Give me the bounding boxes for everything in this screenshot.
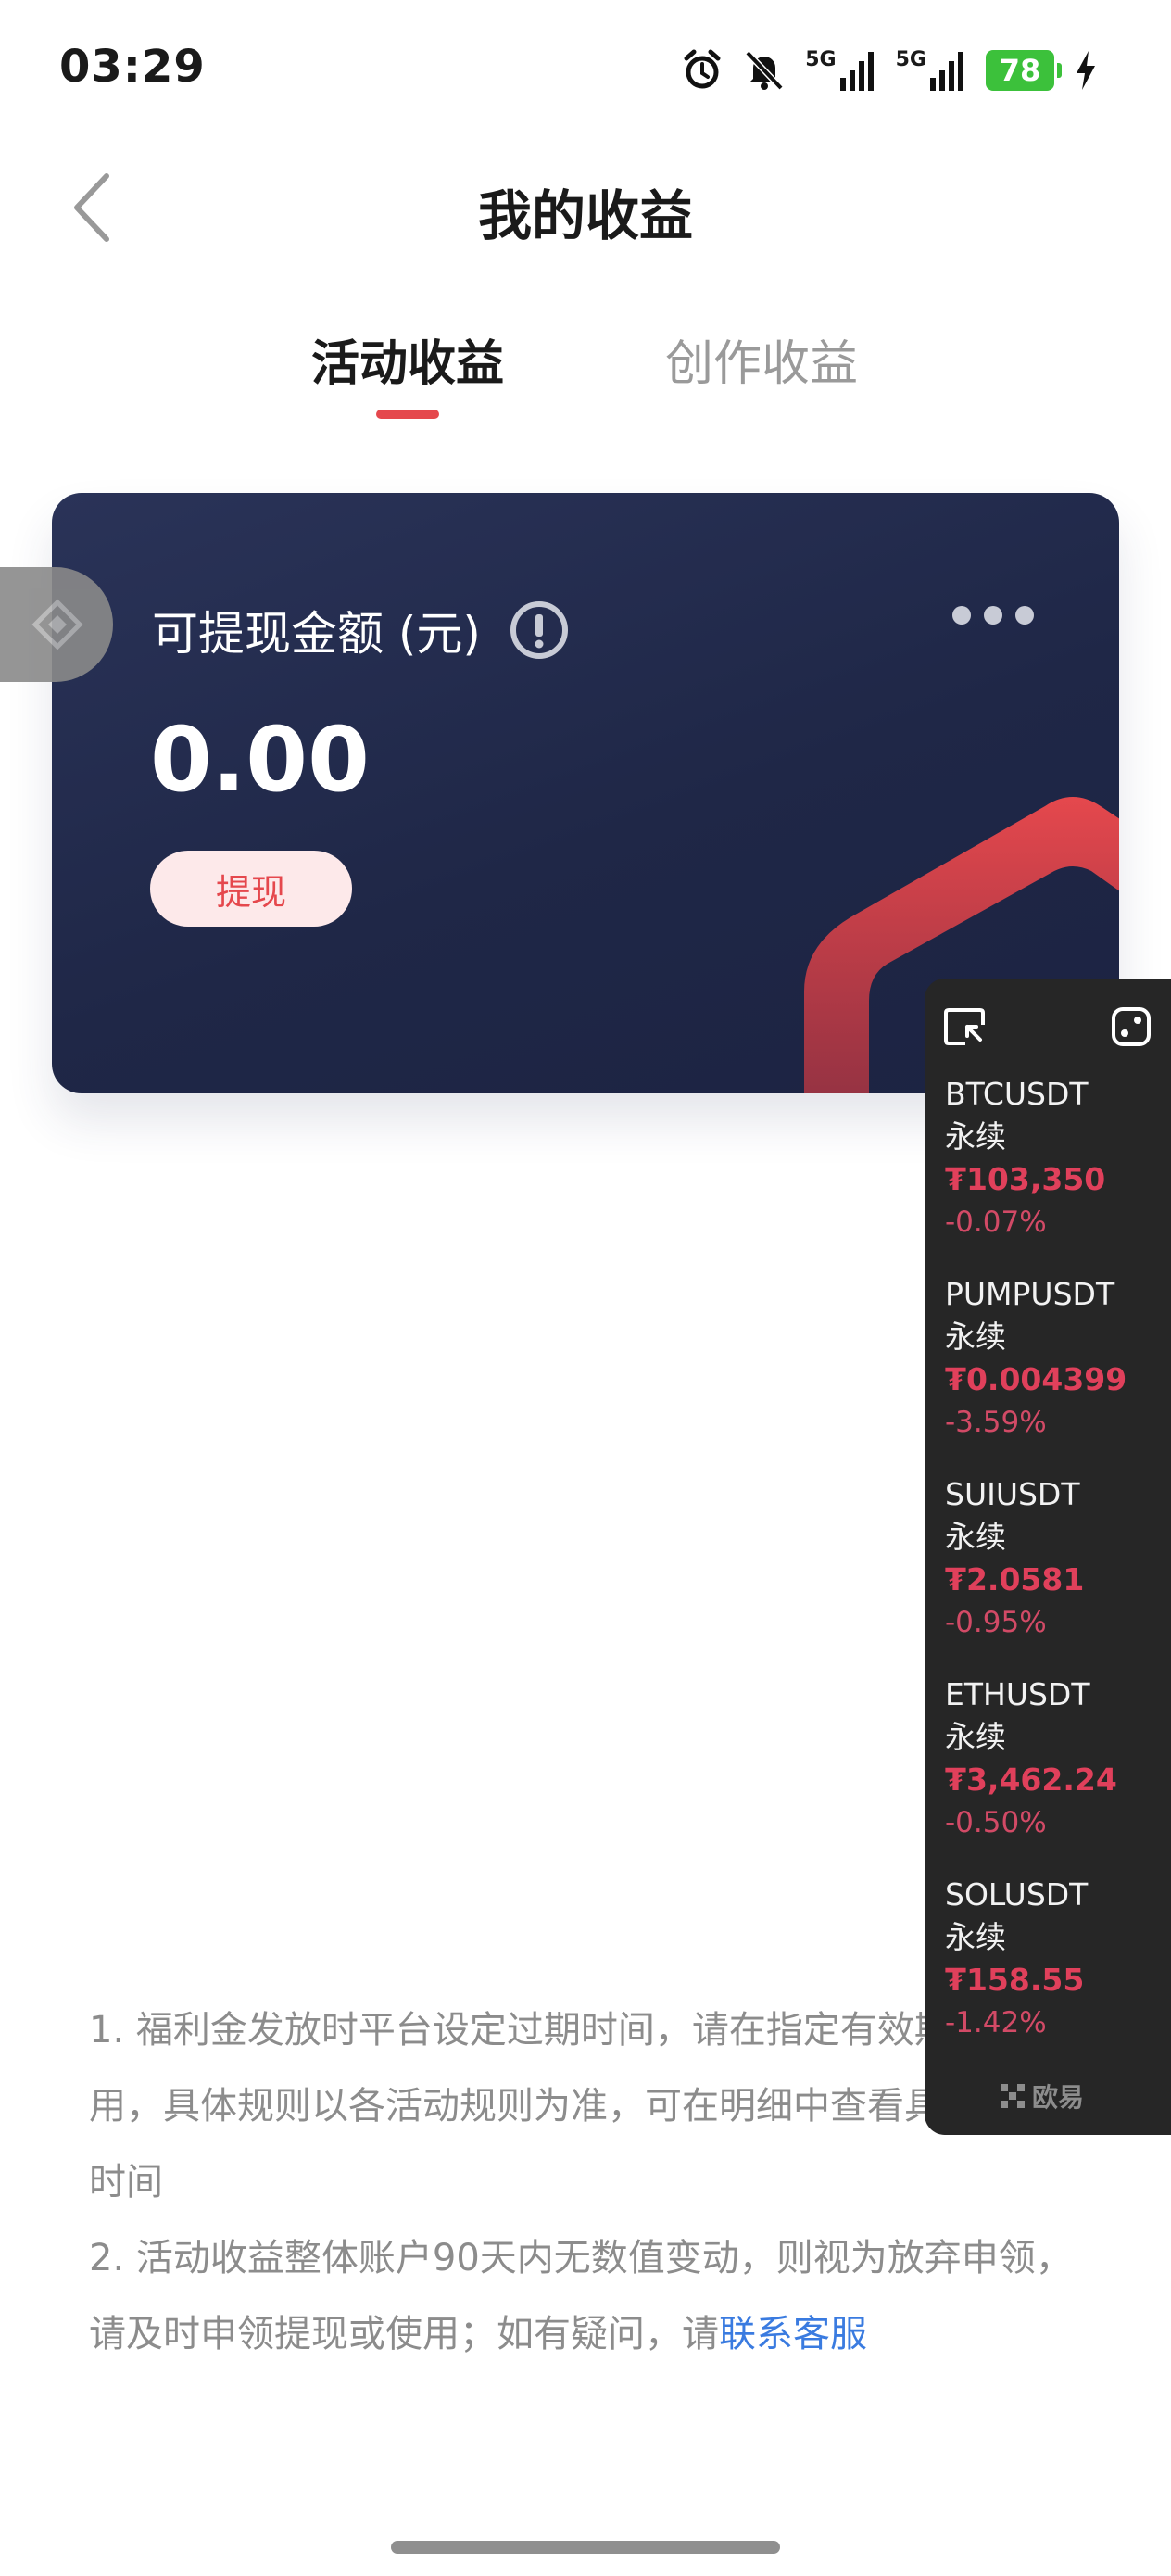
ticker-item[interactable]: ETHUSDT 永续 ₮3,462.24 -0.50% <box>945 1673 1167 1874</box>
diamond-logo-icon <box>31 599 83 650</box>
battery-icon: 78 <box>986 50 1062 91</box>
withdrawable-label-text: 可提现金额 (元) <box>152 607 481 661</box>
alarm-icon <box>684 49 721 89</box>
ticker-brand: 欧易 <box>1001 2077 1084 2115</box>
status-bar: 03:29 5G 5G 78 <box>0 0 1171 139</box>
rule-2-text: 2. 活动收益整体账户90天内无数值变动，则视为放弃申领，请及时申领提现或使用；… <box>89 2237 1073 2355</box>
more-icon[interactable] <box>952 606 1034 625</box>
ticker-item[interactable]: SOLUSDT 永续 ₮158.55 -1.42% <box>945 1874 1167 2074</box>
contact-support-link[interactable]: 联系客服 <box>719 2313 867 2355</box>
okx-logo-icon <box>1001 2084 1025 2108</box>
withdrawable-label: 可提现金额 (元) <box>152 597 570 663</box>
ticker-toolbar <box>943 999 1152 1054</box>
withdraw-button[interactable]: 提现 <box>150 851 352 927</box>
ticker-brand-text: 欧易 <box>1032 2082 1085 2113</box>
ticker-change: -0.95% <box>945 1606 1047 1639</box>
floating-widget-tab[interactable] <box>0 567 113 682</box>
page-title: 我的收益 <box>477 184 693 247</box>
ticker-type: 永续 <box>945 1519 1006 1555</box>
ticker-change: -3.59% <box>945 1406 1047 1439</box>
ticker-symbol: SOLUSDT <box>945 1876 1089 1913</box>
ticker-item[interactable]: PUMPUSDT 永续 ₮0.004399 -3.59% <box>945 1273 1167 1473</box>
ticker-price: ₮2.0581 <box>945 1561 1085 1597</box>
ticker-panel: BTCUSDT 永续 ₮103,350 -0.07% PUMPUSDT 永续 ₮… <box>925 979 1171 2135</box>
ticker-price: ₮103,350 <box>945 1161 1106 1197</box>
tab-creation-earnings[interactable]: 创作收益 <box>660 324 863 394</box>
status-icons: 5G 5G 78 <box>681 46 1097 95</box>
ticker-type: 永续 <box>945 1719 1006 1755</box>
ticker-change: -0.50% <box>945 1806 1047 1839</box>
charging-icon <box>1077 51 1095 90</box>
network-1: 5G <box>805 47 875 91</box>
dice-icon[interactable] <box>1110 1005 1152 1048</box>
tab-activity-earnings[interactable]: 活动收益 <box>306 324 510 394</box>
ticker-type: 永续 <box>945 1118 1006 1155</box>
ticker-change: -0.07% <box>945 1206 1047 1239</box>
picture-in-picture-icon[interactable] <box>943 1006 988 1047</box>
network-label: 5G <box>895 47 926 71</box>
ticker-type: 永续 <box>945 1319 1006 1355</box>
rule-2: 2. 活动收益整体账户90天内无数值变动，则视为放弃申领，请及时申领提现或使用；… <box>89 2220 1089 2372</box>
ticker-item[interactable]: SUIUSDT 永续 ₮2.0581 -0.95% <box>945 1473 1167 1673</box>
home-indicator[interactable] <box>391 2541 780 2554</box>
info-icon[interactable] <box>509 600 570 661</box>
network-label: 5G <box>805 47 837 71</box>
signal-icon <box>839 52 874 91</box>
tab-indicator <box>376 410 439 419</box>
ticker-price: ₮158.55 <box>945 1962 1085 1998</box>
ticker-item[interactable]: BTCUSDT 永续 ₮103,350 -0.07% <box>945 1073 1167 1273</box>
header: 我的收益 <box>0 148 1171 269</box>
ticker-price: ₮0.004399 <box>945 1361 1127 1397</box>
network-2: 5G <box>895 47 965 91</box>
ticker-price: ₮3,462.24 <box>945 1762 1117 1798</box>
ticker-change: -1.42% <box>945 2006 1047 2039</box>
tab-bar: 活动收益 创作收益 <box>0 324 1171 426</box>
ticker-list: BTCUSDT 永续 ₮103,350 -0.07% PUMPUSDT 永续 ₮… <box>945 1073 1167 2074</box>
ticker-symbol: ETHUSDT <box>945 1676 1090 1712</box>
signal-icon <box>930 52 963 91</box>
ticker-type: 永续 <box>945 1919 1006 1955</box>
ticker-symbol: PUMPUSDT <box>945 1276 1115 1312</box>
ticker-symbol: SUIUSDT <box>945 1476 1080 1512</box>
bell-muted-icon <box>745 50 784 91</box>
status-time: 03:29 <box>59 41 206 93</box>
ticker-symbol: BTCUSDT <box>945 1076 1089 1112</box>
withdrawable-amount: 0.00 <box>150 708 370 812</box>
